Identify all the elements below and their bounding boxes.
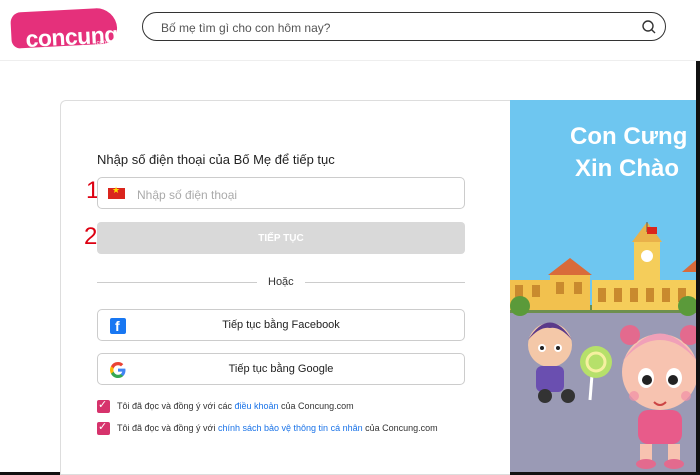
or-label: Hoặc bbox=[268, 276, 294, 288]
terms-link[interactable]: điều khoản bbox=[234, 401, 278, 411]
divider-right bbox=[305, 282, 465, 283]
continue-button[interactable]: TIẾP TỤC bbox=[97, 222, 465, 254]
banner-title-line2: Xin Chào bbox=[575, 155, 680, 182]
logo-sub: .com bbox=[94, 39, 109, 47]
vietnam-flag-icon[interactable] bbox=[108, 186, 125, 199]
google-button-label: Tiếp tục bằng Google bbox=[228, 363, 334, 375]
search-input[interactable] bbox=[159, 18, 623, 37]
privacy-agreement: Tôi đã đọc và đồng ý với chính sách bảo … bbox=[117, 423, 438, 433]
terms-prefix: Tôi đã đọc và đồng ý với các bbox=[117, 401, 232, 411]
privacy-suffix: của Concung.com bbox=[365, 423, 438, 433]
privacy-checkbox[interactable] bbox=[97, 420, 110, 435]
search-bar bbox=[142, 12, 666, 41]
logo-text: concung bbox=[24, 21, 119, 53]
concung-logo[interactable]: concung .com bbox=[10, 7, 118, 52]
step-marker-2: 2 bbox=[84, 223, 98, 250]
divider-left bbox=[97, 282, 257, 283]
login-intro: Nhập số điện thoại của Bố Mẹ để tiếp tục bbox=[97, 152, 335, 167]
search-icon[interactable] bbox=[641, 19, 657, 35]
banner-title: Con Cưng Xin Chào bbox=[570, 121, 687, 185]
terms-checkbox[interactable] bbox=[97, 398, 110, 413]
facebook-login-button[interactable]: Tiếp tục bằng Facebook bbox=[97, 309, 465, 341]
phone-input[interactable] bbox=[135, 185, 459, 204]
terms-agreement: Tôi đã đọc và đồng ý với các điều khoản … bbox=[117, 401, 354, 411]
site-header: concung .com bbox=[0, 0, 700, 61]
privacy-policy-link[interactable]: chính sách bảo vệ thông tin cá nhân bbox=[218, 423, 363, 433]
terms-suffix: của Concung.com bbox=[281, 401, 354, 411]
phone-field bbox=[97, 177, 465, 209]
facebook-button-label: Tiếp tục bằng Facebook bbox=[222, 319, 340, 331]
google-login-button[interactable]: Tiếp tục bằng Google bbox=[97, 353, 465, 385]
banner-title-line1: Con Cưng bbox=[570, 123, 688, 150]
privacy-prefix: Tôi đã đọc và đồng ý với bbox=[117, 423, 216, 433]
